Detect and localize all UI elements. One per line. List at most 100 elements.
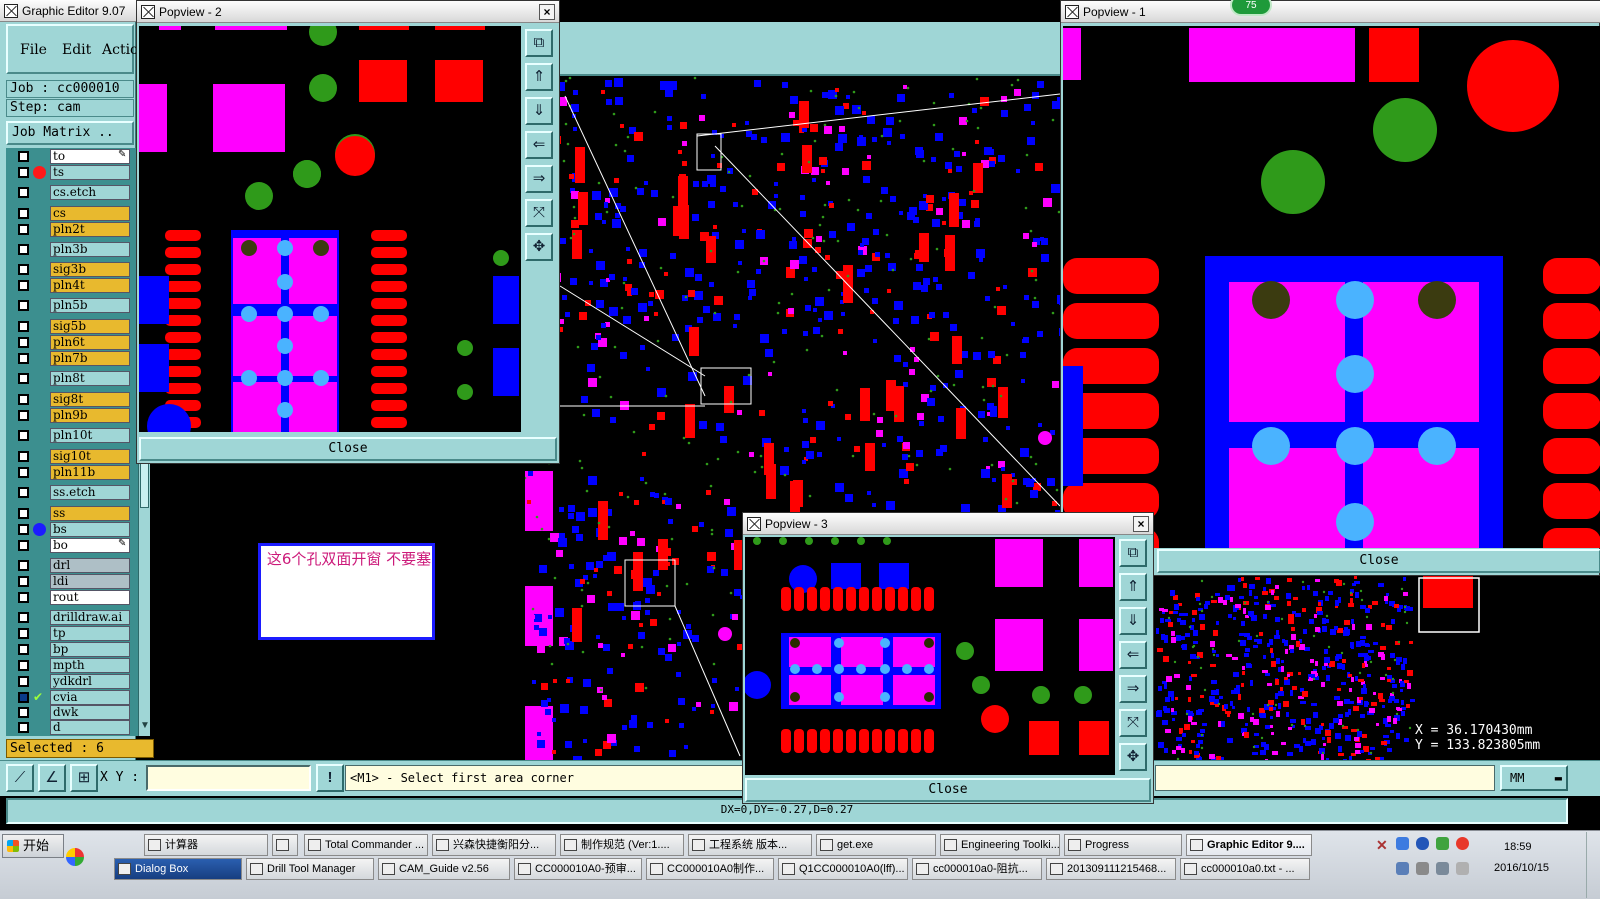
tray-network-icon[interactable] bbox=[1396, 862, 1409, 875]
taskbar-item[interactable] bbox=[272, 834, 298, 856]
layer-checkbox[interactable] bbox=[18, 321, 29, 332]
layer-row[interactable]: dwk bbox=[14, 705, 132, 720]
taskbar-item[interactable]: Q1CC000010A0(lff)... bbox=[778, 858, 908, 880]
main-titlebar[interactable]: Graphic Editor 9.07 bbox=[0, 0, 136, 22]
badge-75[interactable]: 75 bbox=[1230, 0, 1272, 16]
overview-canvas[interactable] bbox=[1155, 576, 1600, 760]
taskbar-item[interactable]: Engineering Toolki... bbox=[940, 834, 1060, 856]
taskbar-item[interactable]: CAM_Guide v2.56 bbox=[378, 858, 510, 880]
popview-2-titlebar[interactable]: Popview - 2 × bbox=[137, 1, 559, 23]
layer-checkbox[interactable] bbox=[18, 353, 29, 364]
layer-row[interactable]: sig10t bbox=[14, 449, 132, 464]
layer-row[interactable]: bo ✎ bbox=[14, 538, 132, 553]
taskbar-item[interactable]: 兴森快捷衡阳分... bbox=[432, 834, 556, 856]
layer-checkbox[interactable] bbox=[18, 151, 29, 162]
popview-3-canvas[interactable] bbox=[745, 537, 1115, 775]
layer-row[interactable]: pln6t bbox=[14, 335, 132, 350]
taskbar-item[interactable]: Dialog Box bbox=[114, 858, 242, 880]
layer-row[interactable]: ydkdrl bbox=[14, 674, 132, 689]
zoom-home-icon[interactable]: ✥ bbox=[525, 233, 553, 261]
clock-date[interactable]: 2016/10/15 bbox=[1494, 862, 1549, 874]
taskbar-item[interactable]: Progress bbox=[1064, 834, 1182, 856]
layer-row[interactable]: bs bbox=[14, 522, 132, 537]
layer-checkbox[interactable] bbox=[18, 224, 29, 235]
zoom-window-icon[interactable]: ⧉ bbox=[1119, 539, 1147, 567]
layer-checkbox[interactable] bbox=[18, 644, 29, 655]
layer-checkbox[interactable] bbox=[18, 628, 29, 639]
taskbar-item[interactable]: Drill Tool Manager bbox=[246, 858, 374, 880]
layer-checkbox[interactable] bbox=[18, 280, 29, 291]
taskbar-item[interactable]: 计算器 bbox=[144, 834, 268, 856]
layer-checkbox[interactable] bbox=[18, 244, 29, 255]
layer-row[interactable]: pln3b bbox=[14, 242, 132, 257]
popview-2-close-button[interactable]: Close bbox=[139, 437, 557, 461]
tray-bluetooth-icon[interactable] bbox=[1416, 837, 1429, 850]
layer-row[interactable]: cs.etch bbox=[14, 185, 132, 200]
xy-input[interactable] bbox=[146, 765, 311, 791]
taskbar-item[interactable]: 工程系统 版本... bbox=[688, 834, 812, 856]
tray-app-icon[interactable] bbox=[1456, 837, 1469, 850]
layer-row[interactable]: tp bbox=[14, 626, 132, 641]
layer-checkbox[interactable] bbox=[18, 560, 29, 571]
popview-1-titlebar[interactable]: Popview - 1 bbox=[1061, 1, 1600, 23]
tray-search-icon[interactable] bbox=[1396, 837, 1409, 850]
layer-row[interactable]: bp bbox=[14, 642, 132, 657]
layer-row[interactable]: ✔ cvia bbox=[14, 690, 132, 705]
layer-checkbox[interactable] bbox=[18, 487, 29, 498]
pan-up-icon[interactable]: ⇑ bbox=[1119, 573, 1147, 601]
layer-row[interactable]: ldi bbox=[14, 574, 132, 589]
layer-checkbox[interactable] bbox=[18, 187, 29, 198]
pan-left-icon[interactable]: ⇐ bbox=[525, 131, 553, 159]
zoom-fit-icon[interactable]: ⤧ bbox=[525, 199, 553, 227]
layer-checkbox[interactable] bbox=[18, 612, 29, 623]
taskbar-item[interactable]: get.exe bbox=[816, 834, 936, 856]
layer-row[interactable]: pln7b bbox=[14, 351, 132, 366]
tray-volume-icon[interactable] bbox=[1436, 862, 1449, 875]
layer-row[interactable]: sig5b bbox=[14, 319, 132, 334]
pan-up-icon[interactable]: ⇑ bbox=[525, 63, 553, 91]
layer-checkbox[interactable] bbox=[18, 373, 29, 384]
layer-checkbox[interactable] bbox=[18, 451, 29, 462]
layer-row[interactable]: pln2t bbox=[14, 222, 132, 237]
layer-row[interactable]: ss bbox=[14, 506, 132, 521]
pan-down-icon[interactable]: ⇓ bbox=[1119, 607, 1147, 635]
layer-checkbox[interactable] bbox=[18, 707, 29, 718]
menu-file[interactable]: File bbox=[20, 42, 47, 58]
clock-time[interactable]: 18:59 bbox=[1504, 841, 1532, 853]
snap-tool-icon[interactable]: ⟋ bbox=[6, 764, 34, 792]
layer-checkbox[interactable] bbox=[18, 592, 29, 603]
taskbar-item[interactable]: 20130911121546​8... bbox=[1046, 858, 1176, 880]
popview-3-titlebar[interactable]: Popview - 3 × bbox=[743, 513, 1153, 535]
pan-right-icon[interactable]: ⇒ bbox=[525, 165, 553, 193]
layer-checkbox[interactable] bbox=[18, 410, 29, 421]
taskbar-item[interactable]: 制作规范 (Ver:1.... bbox=[560, 834, 684, 856]
close-icon[interactable]: × bbox=[539, 4, 555, 20]
layer-row[interactable]: mpth bbox=[14, 658, 132, 673]
layer-checkbox[interactable] bbox=[18, 540, 29, 551]
taskbar-item[interactable]: Graphic Editor 9.... bbox=[1186, 834, 1312, 856]
tray-close-icon[interactable]: ✕ bbox=[1376, 837, 1389, 853]
popview-2-canvas[interactable] bbox=[139, 26, 521, 432]
layer-row[interactable]: rout bbox=[14, 590, 132, 605]
layer-row[interactable]: pln9b bbox=[14, 408, 132, 423]
layer-checkbox[interactable] bbox=[18, 660, 29, 671]
layer-row[interactable]: cs bbox=[14, 206, 132, 221]
layer-row[interactable]: to ✎ bbox=[14, 149, 132, 164]
layer-checkbox[interactable] bbox=[18, 394, 29, 405]
layer-row[interactable]: pln10t bbox=[14, 428, 132, 443]
layer-row[interactable]: ss.etch bbox=[14, 485, 132, 500]
zoom-fit-icon[interactable]: ⤧ bbox=[1119, 709, 1147, 737]
show-desktop-button[interactable] bbox=[1586, 832, 1600, 898]
layer-checkbox[interactable] bbox=[18, 467, 29, 478]
layer-checkbox[interactable] bbox=[18, 524, 29, 535]
pan-left-icon[interactable]: ⇐ bbox=[1119, 641, 1147, 669]
layer-row[interactable]: sig8t bbox=[14, 392, 132, 407]
layer-checkbox[interactable] bbox=[18, 576, 29, 587]
layer-row[interactable]: d bbox=[14, 720, 132, 735]
pan-right-icon[interactable]: ⇒ bbox=[1119, 675, 1147, 703]
layer-row[interactable]: drl bbox=[14, 558, 132, 573]
layer-row[interactable]: drilldraw.ai bbox=[14, 610, 132, 625]
pan-down-icon[interactable]: ⇓ bbox=[525, 97, 553, 125]
layer-checkbox[interactable] bbox=[18, 692, 29, 703]
layer-row[interactable]: pln4t bbox=[14, 278, 132, 293]
